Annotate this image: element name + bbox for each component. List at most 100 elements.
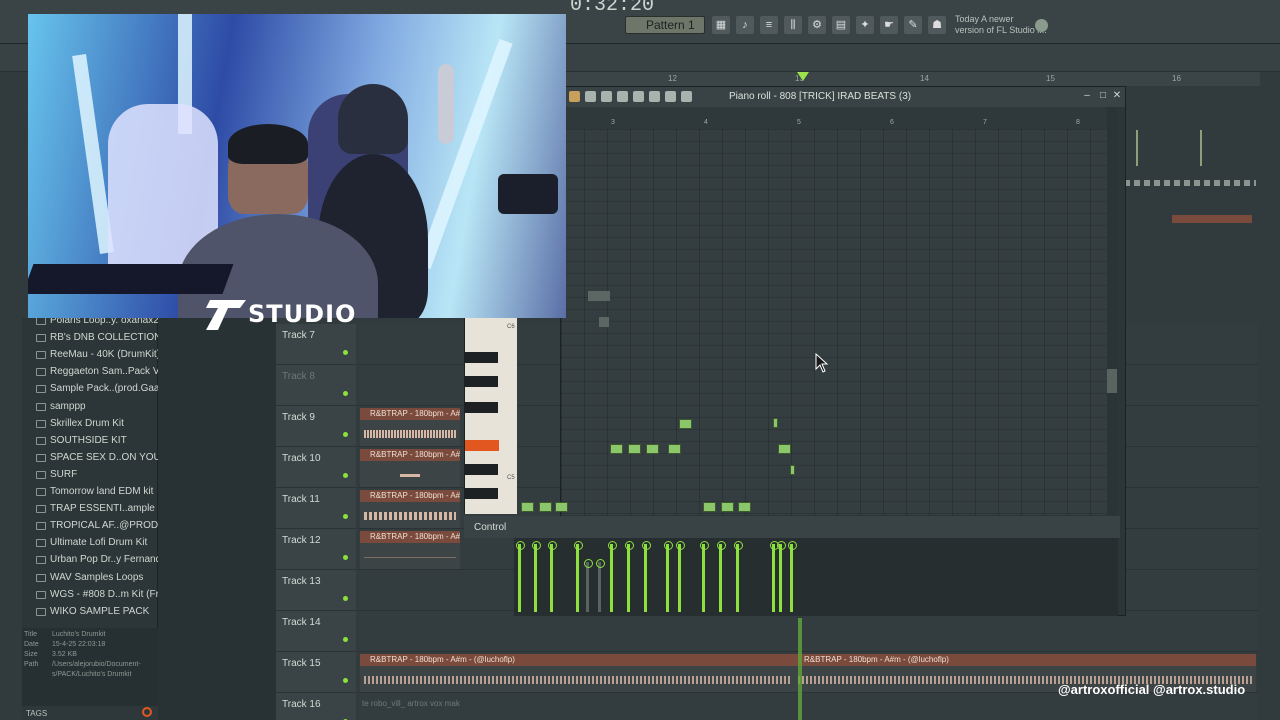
playhead-marker[interactable] bbox=[797, 72, 809, 81]
black-key[interactable] bbox=[465, 376, 498, 387]
audio-clip[interactable]: R&BTRAP - 180bpm - A# bbox=[360, 449, 460, 487]
vertical-scrollbar[interactable] bbox=[1107, 107, 1117, 515]
track-lane[interactable]: te robo_vill_ artrox vox mak bbox=[358, 693, 1258, 720]
mixer-icon[interactable]: ⫼ bbox=[784, 16, 802, 34]
paint-icon[interactable] bbox=[585, 91, 596, 102]
playlist-icon[interactable]: ≡ bbox=[760, 16, 778, 34]
pattern-clip[interactable] bbox=[1124, 180, 1256, 186]
track-header[interactable]: Track 9 bbox=[276, 406, 356, 447]
track-header[interactable]: Track 8 bbox=[276, 365, 356, 406]
track-mute-led[interactable] bbox=[343, 555, 348, 560]
pencil-icon[interactable] bbox=[569, 91, 580, 102]
track-mute-led[interactable] bbox=[343, 473, 348, 478]
control-selector[interactable]: Control bbox=[474, 522, 506, 533]
search-icon[interactable] bbox=[142, 707, 152, 717]
track-mute-led[interactable] bbox=[343, 432, 348, 437]
note-grid[interactable] bbox=[521, 129, 1109, 515]
playlist-ruler[interactable]: 12 13 14 15 16 bbox=[560, 72, 1260, 86]
audio-clip[interactable]: R&BTRAP - 180bpm - A#m - (@luchoflp) bbox=[360, 654, 794, 692]
velocity-bar[interactable] bbox=[788, 541, 797, 612]
velocity-bar[interactable] bbox=[717, 541, 726, 612]
velocity-bar[interactable] bbox=[777, 541, 786, 612]
active-key[interactable] bbox=[465, 440, 499, 451]
track-mute-led[interactable] bbox=[343, 514, 348, 519]
velocity-bar[interactable] bbox=[608, 541, 617, 612]
plugin-picker-icon[interactable]: ✦ bbox=[856, 16, 874, 34]
note[interactable] bbox=[628, 444, 641, 454]
velocity-bar[interactable] bbox=[700, 541, 709, 612]
pattern-clip[interactable] bbox=[1200, 130, 1230, 166]
track-header[interactable]: Track 7 bbox=[276, 324, 356, 365]
audio-clip[interactable]: R&BTRAP - 180bpm - A# bbox=[360, 490, 460, 528]
velocity-bar[interactable] bbox=[532, 541, 541, 612]
audio-clip[interactable]: R&BTRAP - 180bpm - A# bbox=[360, 408, 460, 446]
note[interactable] bbox=[668, 444, 681, 454]
track-mute-led[interactable] bbox=[343, 391, 348, 396]
pattern-selector[interactable]: Pattern 1 bbox=[625, 16, 705, 34]
track-header[interactable]: Track 15 bbox=[276, 652, 356, 693]
piano-roll-ruler[interactable]: 3 4 5 6 7 8 bbox=[561, 107, 1109, 129]
note[interactable] bbox=[738, 502, 751, 512]
note[interactable] bbox=[790, 465, 795, 475]
audio-clip[interactable]: R&BTRAP - 180bpm - A# bbox=[360, 531, 460, 569]
black-key[interactable] bbox=[465, 402, 498, 413]
velocity-bar[interactable] bbox=[574, 541, 583, 612]
piano-roll-icon[interactable]: ▦ bbox=[712, 16, 730, 34]
pattern-clip[interactable] bbox=[1136, 130, 1166, 166]
wrench-icon[interactable]: ✎ bbox=[904, 16, 922, 34]
delete-icon[interactable] bbox=[601, 91, 612, 102]
piano-keys[interactable]: C6 C5 bbox=[464, 318, 517, 514]
note[interactable] bbox=[721, 502, 734, 512]
note[interactable] bbox=[610, 444, 623, 454]
black-key[interactable] bbox=[465, 464, 498, 475]
plugin-icon[interactable]: ⚙ bbox=[808, 16, 826, 34]
track-header[interactable]: Track 10 bbox=[276, 447, 356, 488]
note[interactable] bbox=[778, 444, 791, 454]
track-header[interactable]: Track 14 bbox=[276, 611, 356, 652]
browser-icon[interactable]: ▤ bbox=[832, 16, 850, 34]
velocity-bar[interactable] bbox=[516, 541, 525, 612]
note[interactable] bbox=[703, 502, 716, 512]
shop-icon[interactable]: ☗ bbox=[928, 16, 946, 34]
select-icon[interactable] bbox=[649, 91, 660, 102]
velocity-bar[interactable] bbox=[584, 559, 593, 612]
velocity-bar[interactable] bbox=[676, 541, 685, 612]
velocity-bar[interactable] bbox=[642, 541, 651, 612]
channel-rack-icon[interactable]: ♪ bbox=[736, 16, 754, 34]
news-hint[interactable]: Today A newer version of FL Studio i... bbox=[955, 14, 1047, 36]
close-icon[interactable]: ✕ bbox=[1111, 90, 1123, 102]
maximize-icon[interactable]: □ bbox=[1097, 90, 1109, 102]
track-header[interactable]: Track 13 bbox=[276, 570, 356, 611]
playback-icon[interactable] bbox=[681, 91, 692, 102]
velocity-bar[interactable] bbox=[548, 541, 557, 612]
velocity-editor[interactable] bbox=[514, 538, 1118, 616]
black-key[interactable] bbox=[465, 488, 498, 499]
track-header[interactable]: Track 16 bbox=[276, 693, 356, 720]
zoom-icon[interactable] bbox=[665, 91, 676, 102]
slice-icon[interactable] bbox=[633, 91, 644, 102]
track-lane[interactable] bbox=[358, 611, 1258, 652]
velocity-bar[interactable] bbox=[664, 541, 673, 612]
mute-icon[interactable] bbox=[617, 91, 628, 102]
tags-bar[interactable]: TAGS bbox=[22, 706, 158, 720]
track-mute-led[interactable] bbox=[343, 350, 348, 355]
black-key[interactable] bbox=[465, 352, 498, 363]
clip-strip[interactable] bbox=[1172, 215, 1252, 223]
piano-roll-titlebar[interactable]: Piano roll - 808 [TRICK] IRAD BEATS (3) … bbox=[561, 87, 1125, 107]
note[interactable] bbox=[539, 502, 552, 512]
track-header[interactable]: Track 11 bbox=[276, 488, 356, 529]
note[interactable] bbox=[646, 444, 659, 454]
scrollbar-thumb[interactable] bbox=[1107, 369, 1117, 393]
velocity-bar[interactable] bbox=[734, 541, 743, 612]
globe-icon[interactable] bbox=[1035, 19, 1048, 32]
track-header[interactable]: Track 12 bbox=[276, 529, 356, 570]
velocity-bar[interactable] bbox=[596, 559, 605, 612]
minimize-icon[interactable]: – bbox=[1081, 90, 1093, 102]
velocity-bar[interactable] bbox=[770, 541, 779, 612]
note[interactable] bbox=[679, 419, 692, 429]
track-mute-led[interactable] bbox=[343, 678, 348, 683]
touch-keyboard-icon[interactable]: ☛ bbox=[880, 16, 898, 34]
note[interactable] bbox=[773, 418, 778, 428]
note[interactable] bbox=[555, 502, 568, 512]
velocity-bar[interactable] bbox=[625, 541, 634, 612]
